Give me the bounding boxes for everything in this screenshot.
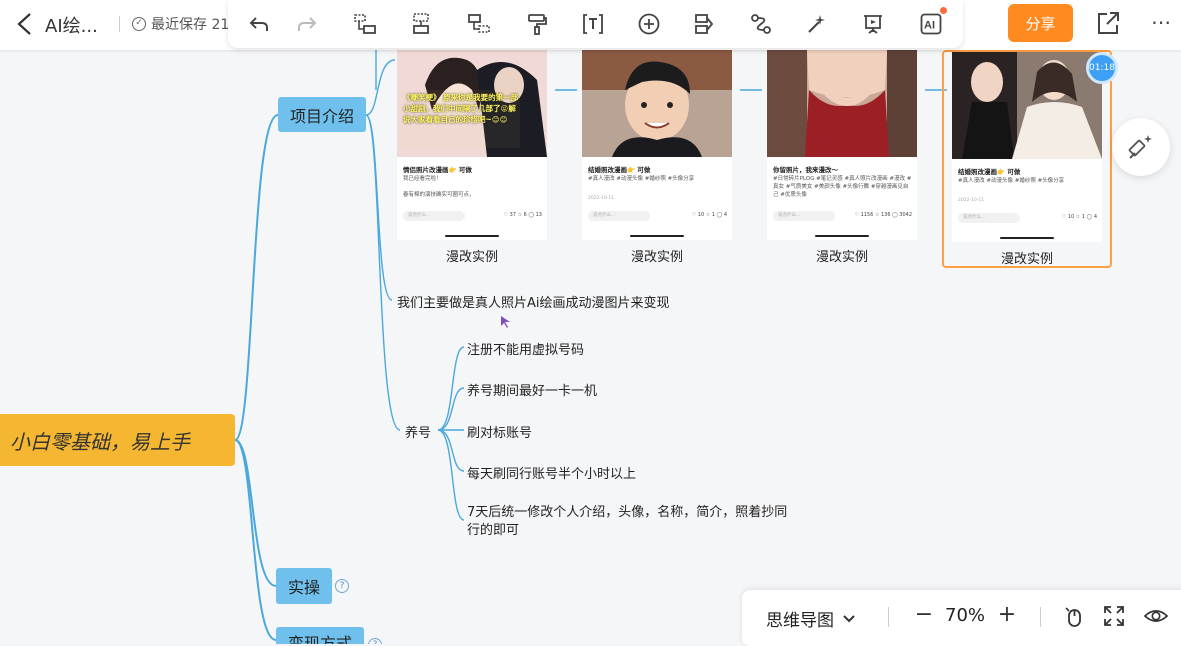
card-comment-input: 说点什么... [403,211,465,221]
card-title: 结婚照改漫画👉 可做 [588,166,651,174]
card-title: 结婚照改漫画👉 可做 [958,168,1021,176]
add-sibling-topic-icon[interactable] [406,9,436,39]
insert-icon[interactable] [634,9,664,39]
home-indicator [630,235,684,237]
card-tags: #真人漫改 #动漫头像 #婚纱照 #头像分享 [588,176,695,182]
add-parent-topic-icon[interactable] [464,9,494,39]
card-stats: ♡ 10 ☆ 1 ◯ 4 [1061,214,1097,220]
export-icon[interactable] [1096,10,1120,36]
save-status: ✓ 最近保存 21 [132,14,229,34]
raise-account-node[interactable]: 养号 [405,422,431,441]
ai-brush-button[interactable] [1112,118,1170,176]
check-circle-icon: ✓ [132,17,146,31]
card-stats: ♡ 10 ☆ 1 ◯ 4 [691,212,727,218]
image-card-1[interactable]: 《嘲笑梗》 原来你是我要的第一部小甜剧，我们中间隔了几部了😜解说大家看看自己的珍… [397,50,567,268]
card-overlay-text: 《嘲笑梗》 原来你是我要的第一部小甜剧，我们中间隔了几部了😜解说大家看看自己的珍… [403,93,519,124]
relation-icon[interactable] [746,9,776,39]
document-title[interactable]: AI绘... [45,12,98,38]
card-screenshot: 结婚照改漫画👉 可做 #真人漫改 #动漫头像 #婚纱照 #头像分享 2022-1… [582,50,732,240]
svg-text:AI: AI [924,20,935,32]
chevron-down-icon [843,614,855,622]
topic-monetize[interactable]: 变现方式 [276,627,364,644]
fit-screen-icon[interactable] [1102,604,1126,628]
add-child-topic-icon[interactable] [350,9,380,39]
image-card-3[interactable]: 你留照片，我来漫改～ #日常碎片PLOG #笔记灵感 #真人照片改漫画 #漫改 … [767,50,937,268]
text-icon[interactable] [578,9,608,39]
mouse-mode-icon[interactable] [1062,604,1086,628]
more-icon[interactable]: ⋯ [1151,12,1175,36]
card-screenshot: 你留照片，我来漫改～ #日常碎片PLOG #笔记灵感 #真人照片改漫画 #漫改 … [767,50,917,240]
home-indicator [445,235,499,237]
topic-practice[interactable]: 实操 [276,568,332,604]
share-button[interactable]: 分享 [1008,4,1073,42]
editor-toolbar: AI [228,0,963,48]
raise-item-3[interactable]: 刷对标账号 [467,422,532,441]
card-stats: ♡ 1156 ☆ 136 ◯ 3042 [854,212,913,218]
ai-notification-dot [940,7,947,14]
card-label: 漫改实例 [815,250,868,265]
card-title: 你留照片，我来漫改～ [773,166,838,174]
card-screenshot: 结婚照改漫画👉 可做 #真人漫改 #动漫头像 #婚纱照 #头像分享 2022-1… [952,52,1102,242]
root-topic[interactable]: ，小白零基础，易上手 [0,414,235,466]
raise-item-4[interactable]: 每天刷同行账号半个小时以上 [467,463,636,482]
card-date: 2022-10-11 [588,196,615,201]
zoom-out-button[interactable]: − [913,604,935,627]
card-tags: #日常碎片PLOG #笔记灵感 #真人照片改漫画 #漫改 #真女 #气质美女 #… [773,176,912,198]
card-label: 漫改实例 [445,250,498,265]
topic-practice-help-icon[interactable]: ? [335,579,349,593]
topic-practice-label: 实操 [287,578,320,597]
zoom-in-button[interactable]: + [996,604,1018,627]
redo-icon[interactable] [292,9,322,39]
back-icon[interactable] [14,11,36,37]
card-comment-input: 说点什么... [958,213,1020,223]
present-icon[interactable] [858,9,888,39]
mindmap-canvas[interactable]: ，小白零基础，易上手 项目介绍 实操 ? 变现方式 ? 《嘲笑梗》 原来你是我要… [0,0,1181,644]
zoom-level[interactable]: 70% [945,605,985,626]
card-photo [952,52,1102,159]
view-mode-select[interactable]: 思维导图 [766,606,856,631]
card-photo [767,50,917,157]
card-screenshot: 《嘲笑梗》 原来你是我要的第一部小甜剧，我们中间隔了几部了😜解说大家看看自己的珍… [397,50,547,240]
outline-icon[interactable] [690,9,720,39]
card-comment-input: 说点什么... [773,211,835,221]
card-label: 漫改实例 [1000,252,1053,267]
topic-project-intro-label: 项目介绍 [289,106,354,126]
mouse-cursor-icon [501,316,510,328]
raise-item-5[interactable]: 7天后统一修改个人介绍，头像，名称，简介，照着抄同行的即可 [467,504,797,540]
card-tags: 我已经看完啦！ 春有棉的演技确实可圈可点， [403,176,475,198]
bar-divider [1040,607,1041,627]
card-photo [582,50,732,157]
bar-divider [888,607,889,627]
topic-project-intro[interactable]: 项目介绍 [278,97,366,132]
raise-item-2[interactable]: 养号期间最好一卡一机 [467,380,597,399]
preview-eye-icon[interactable] [1144,604,1168,628]
recording-timer-badge[interactable]: 01:18 [1086,52,1118,84]
header-divider [119,16,120,32]
format-painter-icon[interactable] [522,9,552,39]
brush-sparkle-icon [1128,135,1152,159]
image-card-4[interactable]: 结婚照改漫画👉 可做 #真人漫改 #动漫头像 #婚纱照 #头像分享 2022-1… [942,50,1112,268]
card-date: 2022-10-11 [958,198,985,203]
topic-monetize-label: 变现方式 [287,634,352,644]
home-indicator [1000,237,1054,239]
view-control-bar: 思维导图 − 70% + [742,590,1181,646]
card-tags: #真人漫改 #动漫头像 #婚纱照 #头像分享 [958,178,1065,184]
card-label: 漫改实例 [630,250,683,265]
magic-icon[interactable] [802,9,832,39]
card-stats: ♡ 37 ☆ 6 ◯ 13 [503,212,542,218]
raise-item-1[interactable]: 注册不能用虚拟号码 [467,339,584,358]
intro-description-node[interactable]: 我们主要做是真人照片Ai绘画成动漫图片来变现 [397,292,670,311]
home-indicator [815,235,869,237]
image-card-2[interactable]: 结婚照改漫画👉 可做 #真人漫改 #动漫头像 #婚纱照 #头像分享 2022-1… [582,50,752,268]
card-title: 情侣照片改漫画👉 可做 [403,166,472,174]
save-status-text: 最近保存 21 [151,17,230,33]
view-mode-label: 思维导图 [766,611,834,631]
root-topic-text: ，小白零基础，易上手 [0,429,190,454]
undo-icon[interactable] [244,9,274,39]
card-comment-input: 说点什么... [588,211,650,221]
